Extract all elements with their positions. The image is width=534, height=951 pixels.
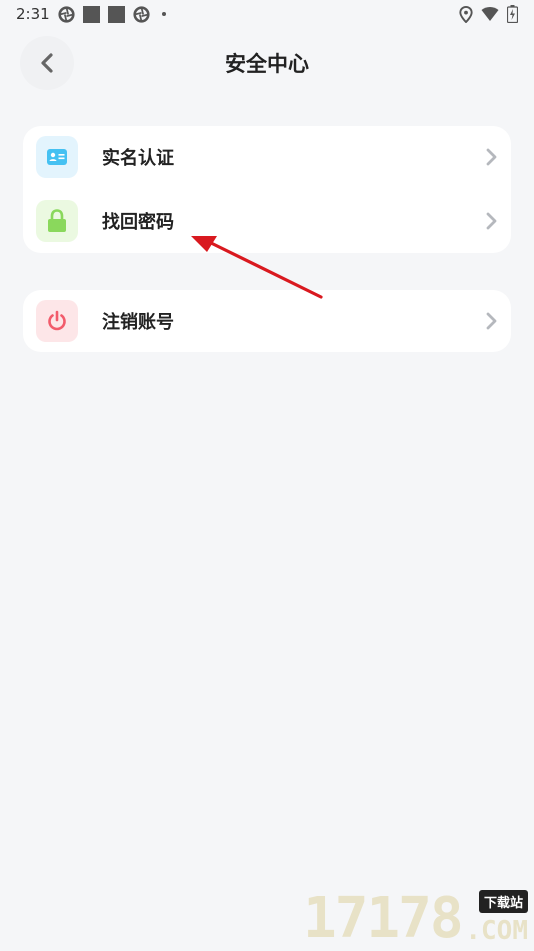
status-bar: 2:31 [0,0,534,28]
id-card-icon [47,149,67,165]
notification-square-icon [82,5,100,23]
aperture-icon [133,5,150,23]
power-icon [48,310,66,331]
page-title: 安全中心 [225,52,309,76]
row-icon-container [36,136,78,178]
account-card: 注销账号 [23,290,511,352]
back-button[interactable] [20,36,74,90]
menu-item-delete-account[interactable]: 注销账号 [23,290,511,352]
status-left: 2:31 [16,5,166,23]
menu-item-label: 找回密码 [102,212,174,233]
header: 安全中心 [0,30,534,96]
watermark-number: 17178 [303,886,464,951]
chevron-right-icon [485,312,497,330]
chevron-right-icon [485,148,497,166]
more-notifications-dot-icon [161,12,166,16]
status-time: 2:31 [16,5,50,23]
chevron-right-icon [485,212,497,230]
wifi-icon [481,7,499,21]
security-card: 实名认证 找回密码 [23,126,511,253]
row-icon-container [36,200,78,242]
notification-square-icon [107,5,125,23]
lock-icon [48,209,66,232]
menu-item-label: 实名认证 [102,148,174,169]
chevron-left-icon [41,53,53,73]
menu-item-label: 注销账号 [102,312,174,333]
row-icon-container [36,300,78,342]
watermark-tag: 下载站 [478,890,528,913]
watermark-logo: 17178 下载站 .COM [303,890,528,948]
battery-icon [507,5,518,23]
menu-item-recover-password[interactable]: 找回密码 [23,190,511,252]
watermark-suffix: .COM [465,916,528,946]
menu-item-real-name-verification[interactable]: 实名认证 [23,126,511,188]
aperture-icon [58,5,75,23]
status-right [459,5,518,23]
location-icon [459,5,473,23]
